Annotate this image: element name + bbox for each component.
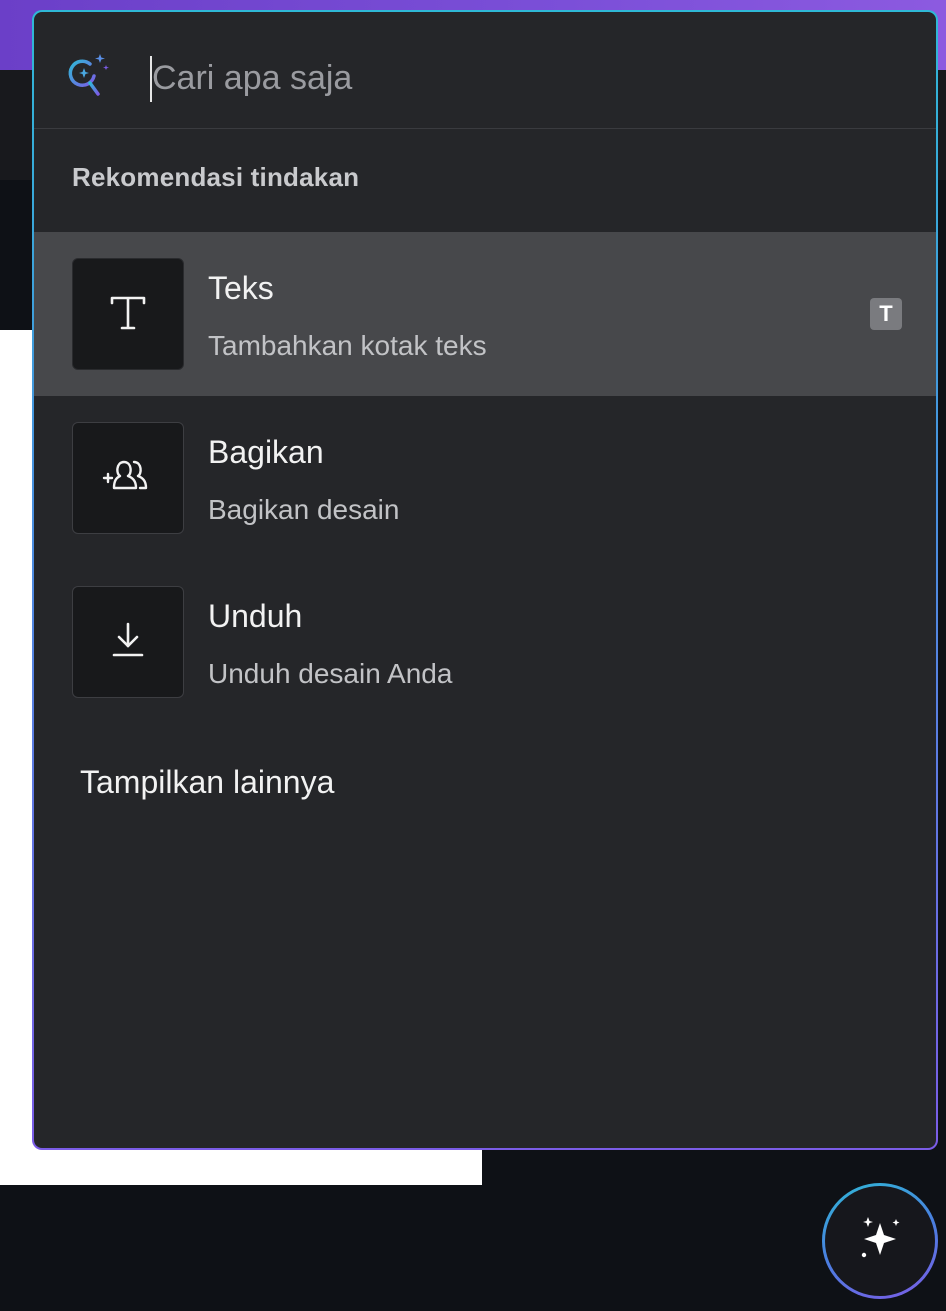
command-palette: Rekomendasi tindakan Teks Tambahkan kota… [32,10,938,1150]
action-item-bagikan[interactable]: Bagikan Bagikan desain [34,396,936,560]
action-title: Bagikan [208,434,324,470]
action-subtitle: Bagikan desain [208,494,400,525]
shortcut-badge: T [870,298,902,330]
share-people-icon [98,448,158,509]
download-icon [100,612,156,673]
action-title: Unduh [208,598,303,634]
action-title: Teks [208,270,274,306]
action-item-unduh[interactable]: Unduh Unduh desain Anda [34,560,936,724]
action-list: Teks Tambahkan kotak teks T Bagikan Bagi… [34,232,936,724]
magic-assistant-button[interactable] [822,1183,938,1299]
action-subtitle: Unduh desain Anda [208,658,453,689]
magic-search-icon [60,48,116,104]
action-icon-box [72,258,184,370]
sparkle-icon [850,1209,910,1274]
text-icon [100,284,156,345]
show-more-link[interactable]: Tampilkan lainnya [80,764,334,801]
action-icon-box [72,422,184,534]
action-icon-box [72,586,184,698]
action-subtitle: Tambahkan kotak teks [208,330,487,361]
action-item-teks[interactable]: Teks Tambahkan kotak teks T [34,232,936,396]
search-bar [34,12,936,129]
search-input[interactable] [152,50,852,106]
section-heading: Rekomendasi tindakan [72,162,360,192]
